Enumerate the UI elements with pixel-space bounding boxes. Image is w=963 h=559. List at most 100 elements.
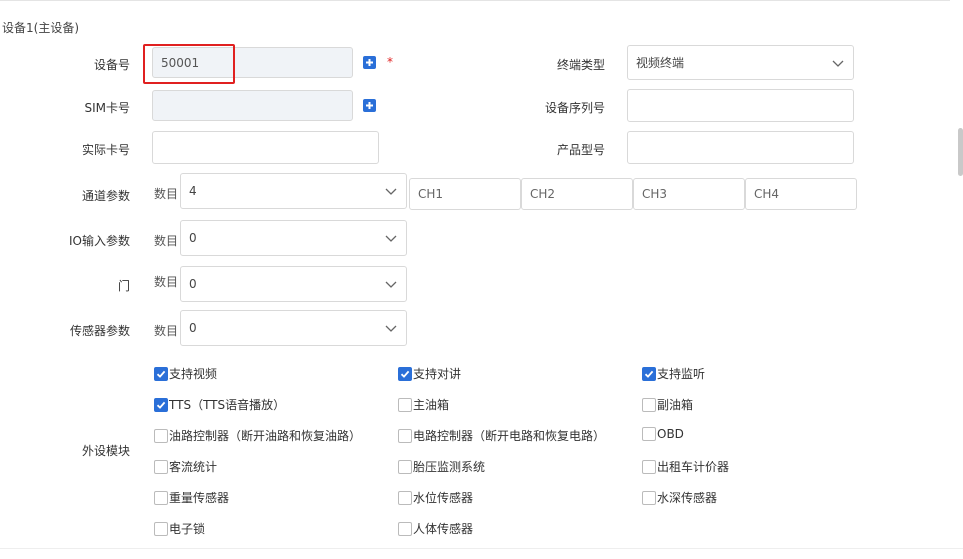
channel-count-label: 数目 [154, 187, 179, 201]
actual-card-label: 实际卡号 [81, 143, 130, 157]
peripheral-checkbox-item[interactable]: 支持监听 [642, 365, 705, 382]
checkbox[interactable] [642, 397, 656, 412]
required-mark: * [387, 55, 393, 69]
checkbox-label: 电路控制器（断开电路和恢复电路） [413, 429, 606, 443]
checkbox[interactable] [154, 366, 168, 381]
checkbox-label: TTS（TTS语音播放） [169, 398, 286, 412]
peripheral-checkbox-item[interactable]: OBD [642, 427, 684, 441]
channel-params-label: 通道参数 [81, 189, 130, 203]
sim-no-label: SIM卡号 [84, 101, 130, 115]
sim-no-input[interactable] [152, 90, 353, 121]
serial-no-input[interactable] [627, 89, 854, 122]
checkbox-label: 水位传感器 [413, 491, 474, 505]
bottom-divider [0, 548, 963, 549]
checkbox-label: 主油箱 [413, 398, 450, 412]
checkbox-label: 水深传感器 [657, 491, 718, 505]
checkbox[interactable] [398, 366, 412, 381]
channel-2-value: CH2 [530, 187, 556, 201]
checkbox-label: 客流统计 [169, 460, 218, 474]
add-device-button[interactable] [363, 56, 376, 69]
checkbox[interactable] [154, 521, 168, 536]
io-count-select[interactable]: 0 [180, 220, 407, 256]
checkbox[interactable] [398, 428, 412, 443]
serial-no-label: 设备序列号 [544, 101, 605, 115]
peripherals-label: 外设模块 [81, 444, 130, 458]
checkbox[interactable] [398, 521, 412, 536]
device-no-label: 设备号 [93, 58, 130, 72]
checkbox[interactable] [154, 490, 168, 505]
check-icon [156, 401, 166, 409]
peripheral-checkbox-item[interactable]: 副油箱 [642, 396, 693, 413]
checkbox[interactable] [642, 459, 656, 474]
checkbox-label: 支持监听 [657, 367, 706, 381]
peripheral-checkbox-item[interactable]: 支持视频 [154, 365, 217, 382]
channel-2-input[interactable]: CH2 [521, 178, 633, 210]
checkbox[interactable] [642, 366, 656, 381]
channel-count-value: 4 [189, 184, 197, 198]
check-icon [156, 370, 166, 378]
channel-count-select[interactable]: 4 [180, 173, 407, 209]
plus-icon [366, 59, 373, 66]
checkbox-label: 人体传感器 [413, 522, 474, 536]
io-input-label: IO输入参数 [69, 234, 130, 248]
peripheral-checkbox-item[interactable]: TTS（TTS语音播放） [154, 396, 285, 413]
channel-4-input[interactable]: CH4 [745, 178, 857, 210]
checkbox[interactable] [398, 490, 412, 505]
peripheral-checkbox-item[interactable]: 水位传感器 [398, 489, 473, 506]
chevron-down-icon [832, 60, 844, 67]
peripheral-checkbox-item[interactable]: 电子锁 [154, 520, 205, 537]
channel-4-value: CH4 [754, 187, 780, 201]
door-count-select[interactable]: 0 [180, 266, 407, 302]
chevron-down-icon [385, 325, 397, 332]
checkbox[interactable] [154, 428, 168, 443]
io-count-label: 数目 [154, 234, 179, 248]
checkbox[interactable] [154, 397, 168, 412]
peripheral-checkbox-item[interactable]: 客流统计 [154, 458, 217, 475]
door-count-value: 0 [189, 277, 197, 291]
checkbox[interactable] [398, 459, 412, 474]
product-model-input[interactable] [627, 131, 854, 164]
peripheral-checkbox-item[interactable]: 电路控制器（断开电路和恢复电路） [398, 427, 605, 444]
peripheral-checkbox-item[interactable]: 人体传感器 [398, 520, 473, 537]
door-count-label: 数目 [154, 275, 179, 289]
chevron-down-icon [385, 188, 397, 195]
channel-3-input[interactable]: CH3 [633, 178, 745, 210]
peripheral-checkbox-item[interactable]: 油路控制器（断开油路和恢复油路） [154, 427, 361, 444]
checkbox-label: 油路控制器（断开油路和恢复油路） [169, 429, 362, 443]
sensor-count-value: 0 [189, 321, 197, 335]
checkbox[interactable] [154, 459, 168, 474]
top-divider [0, 0, 950, 1]
chevron-down-icon [385, 235, 397, 242]
chevron-down-icon [385, 281, 397, 288]
checkbox-label: OBD [657, 427, 684, 441]
channel-1-value: CH1 [418, 187, 444, 201]
checkbox[interactable] [642, 490, 656, 505]
door-label: 门 [117, 279, 130, 293]
sensor-count-select[interactable]: 0 [180, 310, 407, 346]
terminal-type-value: 视频终端 [636, 56, 685, 70]
peripheral-checkbox-item[interactable]: 胎压监测系统 [398, 458, 485, 475]
check-icon [400, 370, 410, 378]
checkbox-label: 副油箱 [657, 398, 694, 412]
vertical-scrollbar[interactable] [958, 128, 963, 176]
terminal-type-select[interactable]: 视频终端 [627, 45, 854, 80]
checkbox-label: 重量传感器 [169, 491, 230, 505]
highlight-box [143, 44, 235, 84]
checkbox[interactable] [642, 427, 656, 441]
peripheral-checkbox-item[interactable]: 出租车计价器 [642, 458, 729, 475]
peripheral-checkbox-item[interactable]: 支持对讲 [398, 365, 461, 382]
io-count-value: 0 [189, 231, 197, 245]
checkbox[interactable] [398, 397, 412, 412]
peripheral-checkbox-item[interactable]: 主油箱 [398, 396, 449, 413]
peripheral-checkbox-item[interactable]: 水深传感器 [642, 489, 717, 506]
checkbox-label: 出租车计价器 [657, 460, 730, 474]
sensor-params-label: 传感器参数 [69, 324, 130, 338]
terminal-type-label: 终端类型 [556, 58, 605, 72]
peripheral-checkbox-item[interactable]: 重量传感器 [154, 489, 229, 506]
actual-card-input[interactable] [152, 131, 379, 164]
add-sim-button[interactable] [363, 99, 376, 112]
checkbox-label: 支持对讲 [413, 367, 462, 381]
channel-1-input[interactable]: CH1 [409, 178, 521, 210]
channel-3-value: CH3 [642, 187, 668, 201]
checkbox-label: 支持视频 [169, 367, 218, 381]
